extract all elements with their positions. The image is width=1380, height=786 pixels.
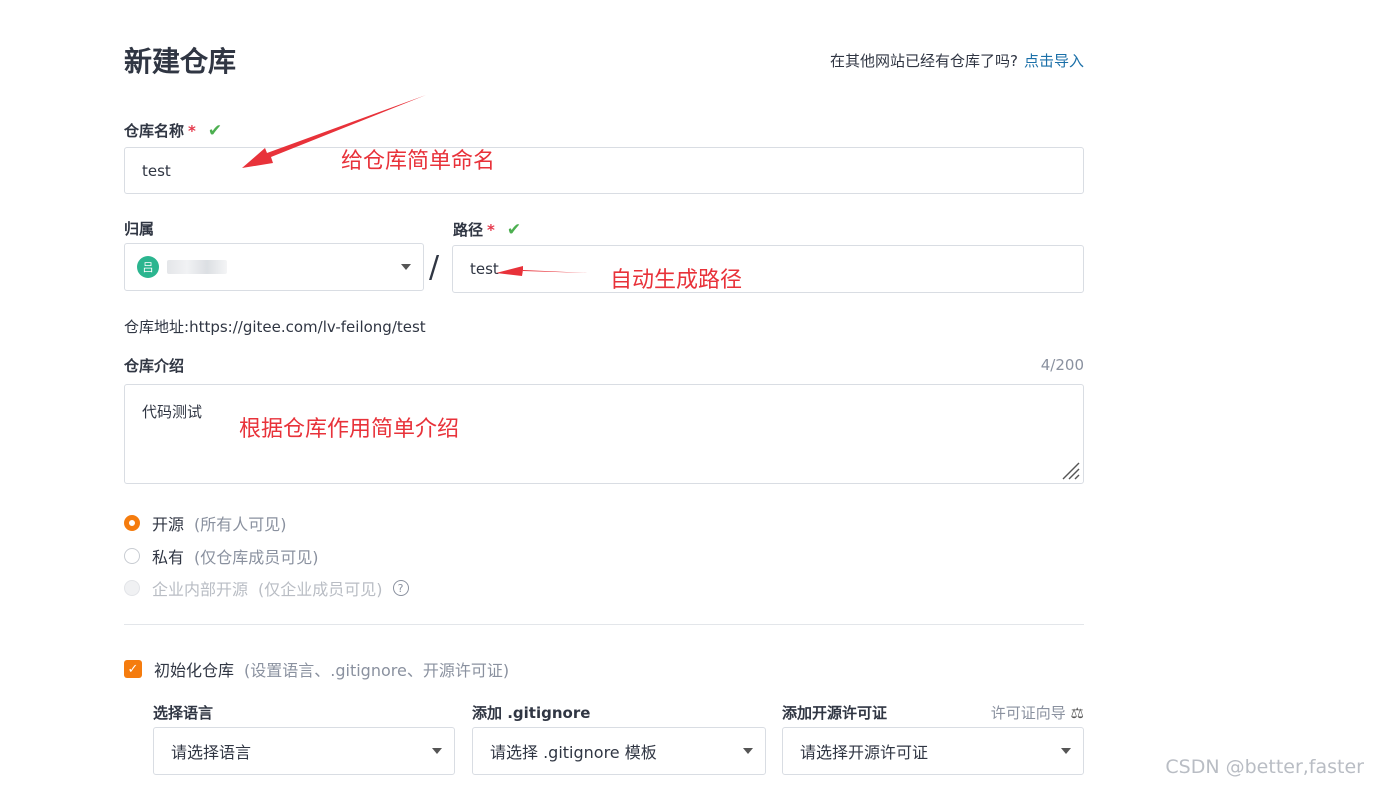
radio-selected[interactable] [124,515,140,531]
description-counter: 4/200 [1040,356,1084,374]
repo-name-value: test [142,161,171,180]
gitignore-label: 添加 .gitignore [472,704,591,722]
license-placeholder: 请选择开源许可证 [800,743,929,762]
checkbox-checked[interactable]: ✓ [124,660,142,678]
repo-address: 仓库地址:https://gitee.com/lv-feilong/test [124,316,426,337]
option-label: 开源 [152,515,185,534]
gitignore-placeholder: 请选择 .gitignore 模板 [490,743,657,762]
divider [124,624,1084,625]
license-guide-text: 许可证向导 [990,704,1066,722]
required-mark: * [487,221,495,239]
check-icon: ✔ [506,220,522,240]
resize-handle-icon[interactable] [1060,460,1080,480]
chevron-down-icon [401,264,411,270]
repo-name-label: 仓库名称 * ✔ [124,120,222,141]
help-icon[interactable]: ? [392,580,409,596]
gitignore-select[interactable]: 请选择 .gitignore 模板 [472,727,766,775]
description-value: 代码测试 [142,403,203,421]
page-title: 新建仓库 [124,45,237,78]
visibility-option-enterprise: 企业内部开源 (仅企业成员可见) ? [124,576,409,600]
import-question: 在其他网站已经有仓库了吗? [830,52,1018,70]
chevron-down-icon [743,748,753,754]
path-separator: / [429,250,440,285]
init-repo-option[interactable]: ✓ 初始化仓库 (设置语言、.gitignore、开源许可证) [124,657,509,681]
required-mark: * [188,122,196,140]
check-icon: ✔ [207,121,223,141]
language-label: 选择语言 [153,704,214,722]
radio-unselected[interactable] [124,548,140,564]
watermark: CSDN @better,faster [1165,756,1364,778]
repo-address-label: 仓库地址: [124,318,190,336]
avatar-text: 吕 [142,261,154,274]
init-label: 初始化仓库 [154,661,235,680]
path-input[interactable]: test [452,245,1084,293]
description-label: 仓库介绍 [124,357,185,375]
path-label: 路径 * ✔ [453,219,521,240]
chevron-down-icon [1061,748,1071,754]
annotation-name-note: 给仓库简单命名 [341,149,496,174]
owner-select[interactable]: 吕 [124,243,424,291]
owner-name-blurred [167,260,227,274]
visibility-option-private[interactable]: 私有 (仅仓库成员可见) [124,544,319,568]
license-guide-link[interactable]: 许可证向导 ⚖ [991,702,1084,723]
language-select[interactable]: 请选择语言 [153,727,455,775]
option-hint: (仅企业成员可见) [258,580,383,599]
owner-label: 归属 [124,220,155,238]
repo-address-url: https://gitee.com/lv-feilong/test [189,318,426,336]
repo-name-label-text: 仓库名称 [124,122,185,140]
annotation-path-note: 自动生成路径 [610,268,743,293]
chevron-down-icon [432,748,442,754]
annotation-desc-note: 根据仓库作用简单介绍 [239,417,460,442]
avatar: 吕 [137,256,159,278]
import-link[interactable]: 点击导入 [1024,52,1084,70]
repo-name-input[interactable]: test [124,147,1084,194]
visibility-option-public[interactable]: 开源 (所有人可见) [124,511,287,535]
license-select[interactable]: 请选择开源许可证 [782,727,1084,775]
scale-icon: ⚖ [1070,704,1084,722]
option-hint: (所有人可见) [194,515,287,534]
path-label-text: 路径 [453,221,484,239]
option-label: 企业内部开源 [152,580,249,599]
language-placeholder: 请选择语言 [171,743,252,762]
license-label: 添加开源许可证 [782,704,888,722]
help-icon-glyph: ? [397,581,404,595]
option-label: 私有 [152,548,185,567]
import-prompt: 在其他网站已经有仓库了吗? 点击导入 [830,50,1084,71]
init-hint: (设置语言、.gitignore、开源许可证) [244,661,510,680]
path-value: test [470,260,499,278]
radio-disabled [124,580,140,596]
option-hint: (仅仓库成员可见) [194,548,319,567]
